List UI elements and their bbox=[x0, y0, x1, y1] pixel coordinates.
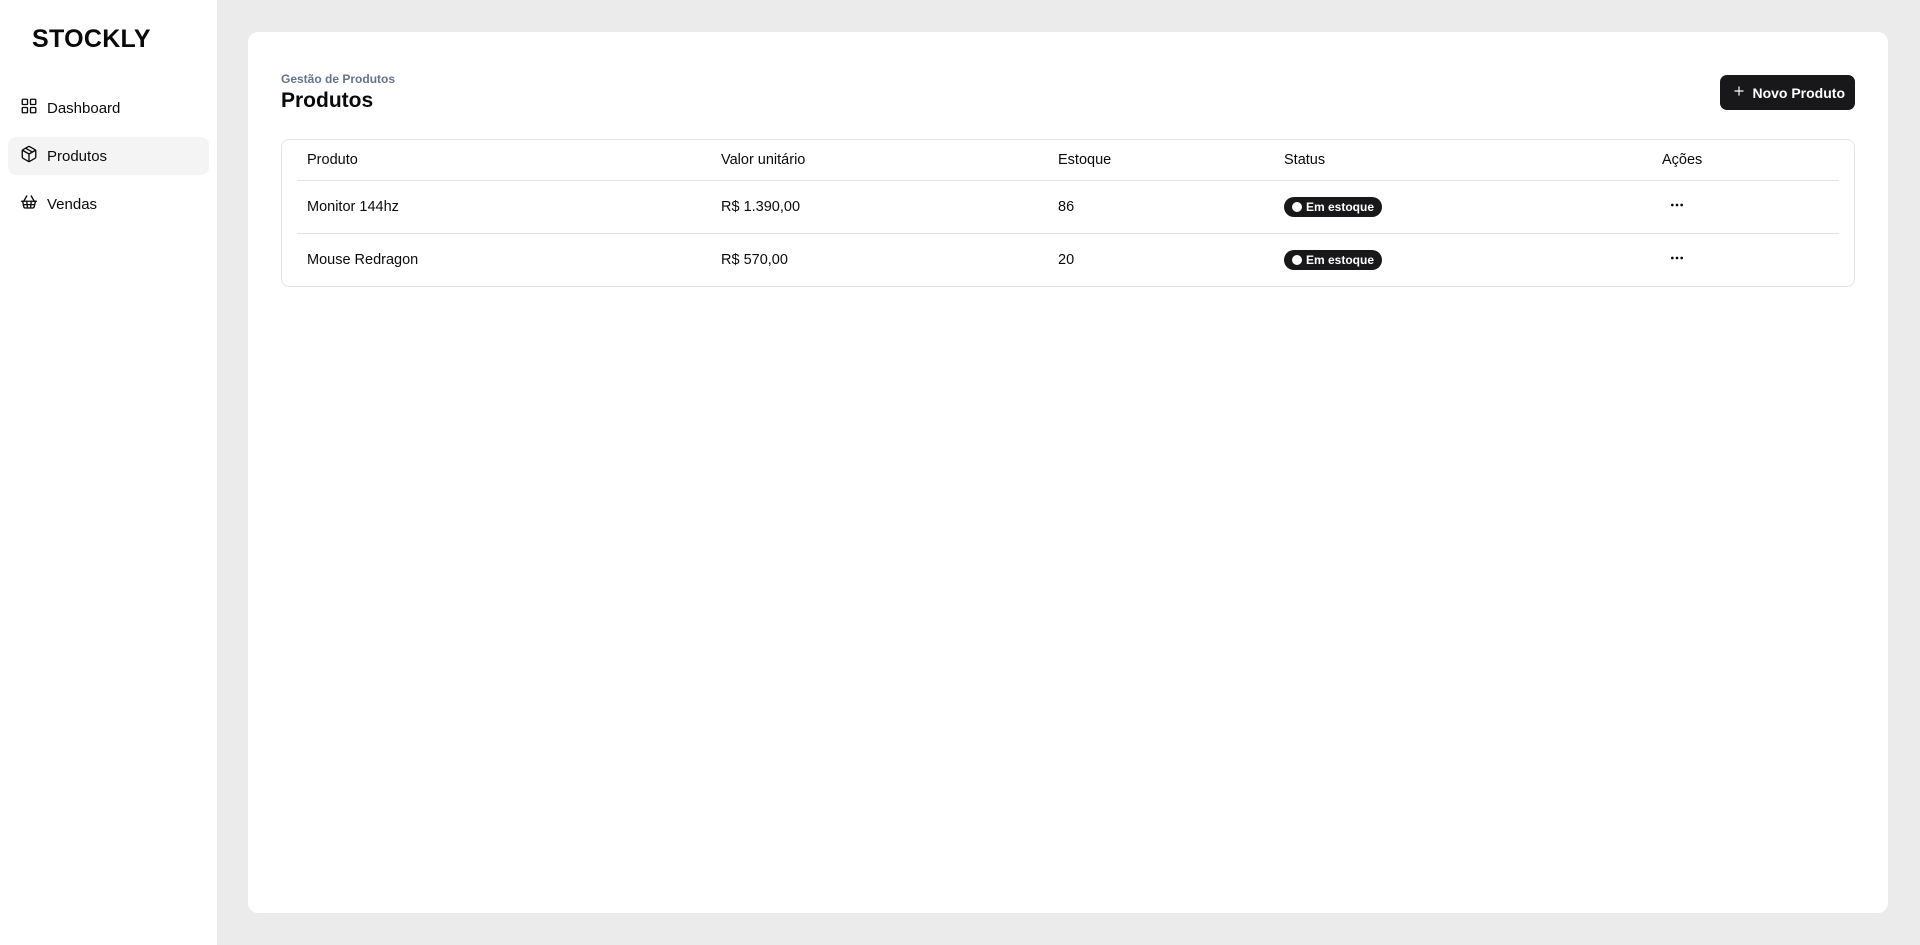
column-header-estoque: Estoque bbox=[1048, 140, 1274, 181]
plus-icon bbox=[1732, 84, 1746, 101]
status-badge-label: Em estoque bbox=[1306, 199, 1375, 214]
products-table: Produto Valor unitário Estoque Status Aç… bbox=[297, 140, 1839, 286]
cell-produto: Mouse Redragon bbox=[307, 251, 419, 268]
sidebar: STOCKLY Dashboard Produtos Vendas bbox=[0, 0, 217, 945]
sidebar-nav: Dashboard Produtos Vendas bbox=[8, 89, 209, 223]
page-header: Gestão de Produtos Produtos Novo Produto bbox=[281, 70, 1855, 113]
more-horizontal-icon bbox=[1669, 250, 1685, 269]
row-actions-button[interactable] bbox=[1663, 193, 1691, 221]
title-group: Gestão de Produtos Produtos bbox=[281, 70, 395, 113]
cell-acoes bbox=[1652, 233, 1839, 286]
cell-estoque: 86 bbox=[1048, 180, 1274, 234]
cell-valor: R$ 570,00 bbox=[721, 251, 788, 268]
cell-produto: Monitor 144hz bbox=[297, 180, 711, 234]
table-row: Monitor 144hz R$ 1.390,00 86 Em estoque bbox=[297, 180, 1839, 234]
cell-estoque: 20 bbox=[1058, 251, 1075, 268]
app-logo: STOCKLY bbox=[32, 25, 151, 53]
products-card: Gestão de Produtos Produtos Novo Produto bbox=[248, 32, 1888, 913]
status-badge: Em estoque bbox=[1284, 249, 1383, 270]
column-header-acoes: Ações bbox=[1652, 140, 1839, 181]
breadcrumb: Gestão de Produtos bbox=[281, 72, 396, 86]
row-actions-button[interactable] bbox=[1663, 246, 1691, 274]
new-product-button[interactable]: Novo Produto bbox=[1720, 75, 1855, 110]
table-row: Mouse Redragon R$ 570,00 20 Em estoque bbox=[297, 233, 1839, 286]
package-icon bbox=[20, 145, 38, 167]
column-header-status: Status bbox=[1274, 140, 1652, 181]
status-dot-icon bbox=[1292, 254, 1302, 265]
sidebar-item-label: Vendas bbox=[47, 195, 98, 213]
new-product-button-label: Novo Produto bbox=[1752, 84, 1845, 101]
layout-grid-icon bbox=[20, 97, 38, 119]
app-root: STOCKLY Dashboard Produtos Vendas Gestão… bbox=[0, 0, 1920, 945]
shopping-basket-icon bbox=[20, 193, 38, 215]
column-header-valor-unitario: Valor unitário bbox=[711, 140, 1048, 181]
sidebar-item-produtos[interactable]: Produtos bbox=[8, 137, 209, 175]
status-dot-icon bbox=[1292, 201, 1302, 212]
cell-status: Em estoque bbox=[1274, 233, 1652, 286]
column-header-produto: Produto bbox=[297, 140, 711, 181]
products-table-container: Produto Valor unitário Estoque Status Aç… bbox=[281, 139, 1855, 287]
main-content: Gestão de Produtos Produtos Novo Produto bbox=[217, 0, 1920, 945]
more-horizontal-icon bbox=[1669, 197, 1685, 216]
status-badge: Em estoque bbox=[1284, 196, 1383, 217]
cell-status: Em estoque bbox=[1274, 180, 1652, 234]
sidebar-item-dashboard[interactable]: Dashboard bbox=[8, 89, 209, 127]
table-header-row: Produto Valor unitário Estoque Status Aç… bbox=[297, 140, 1839, 181]
sidebar-item-label: Produtos bbox=[47, 147, 108, 165]
status-badge-label: Em estoque bbox=[1306, 252, 1375, 267]
page-title: Produtos bbox=[281, 89, 374, 112]
cell-valor: R$ 1.390,00 bbox=[711, 180, 1048, 234]
sidebar-item-vendas[interactable]: Vendas bbox=[8, 185, 209, 223]
sidebar-item-label: Dashboard bbox=[47, 99, 121, 117]
cell-acoes bbox=[1652, 180, 1839, 234]
